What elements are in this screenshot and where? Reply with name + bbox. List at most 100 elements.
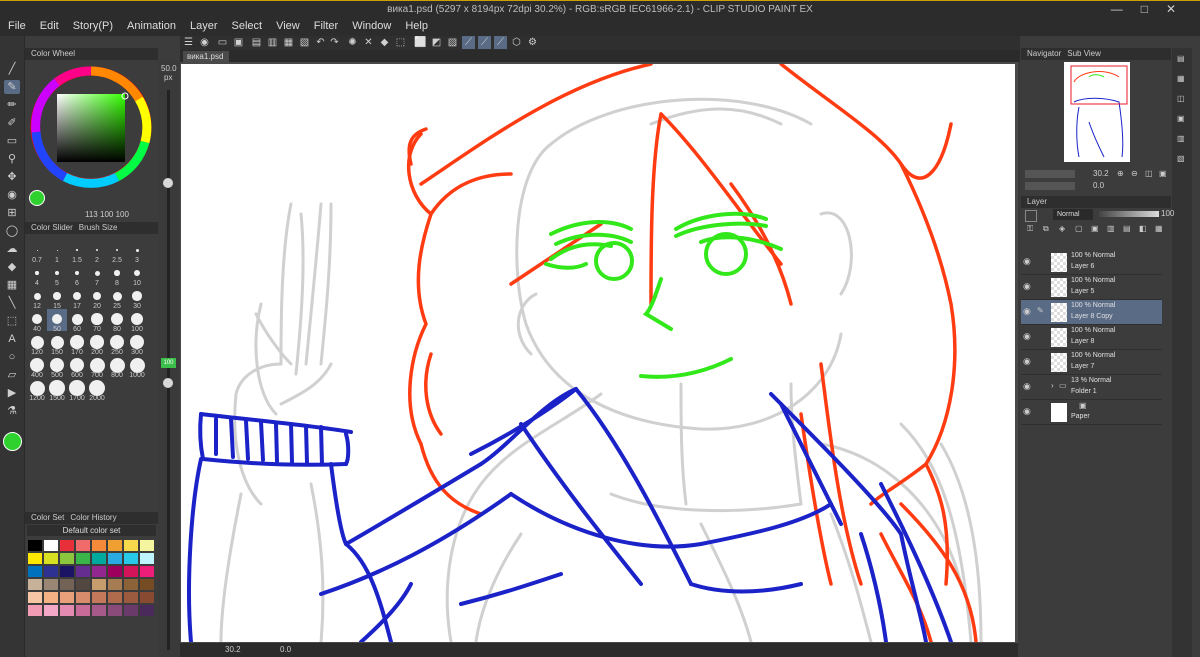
opacity-slider[interactable] (1099, 211, 1159, 217)
fit-icon[interactable]: ◫ (1145, 169, 1153, 178)
export-icon[interactable]: ▥ (266, 36, 279, 49)
line-tool-icon[interactable]: ╲ (4, 296, 20, 310)
color-swatch[interactable] (76, 566, 90, 577)
eraser-tool-icon[interactable]: ▭ (4, 134, 20, 148)
color-set-dropdown[interactable]: Default color set (27, 525, 156, 536)
color-slider-tab[interactable]: Color Slider (25, 223, 73, 232)
brush-size-dot[interactable] (96, 249, 98, 251)
color-swatch[interactable] (108, 605, 122, 616)
marker-tool-icon[interactable]: ✐ (4, 116, 20, 130)
brush-size-dot[interactable] (73, 292, 81, 300)
color-swatch[interactable] (44, 592, 58, 603)
select-tool-icon[interactable]: ▶ (4, 386, 20, 400)
brush-size-dot[interactable] (70, 335, 84, 349)
color-swatch[interactable] (76, 579, 90, 590)
brush-size-dot[interactable] (130, 335, 144, 349)
snap-ruler-icon[interactable]: ⟋ (462, 36, 475, 49)
menu-filter[interactable]: Filter (306, 18, 344, 32)
brush-size-dot[interactable] (110, 335, 124, 349)
rotate-slider[interactable] (1025, 182, 1075, 190)
grid-tool-icon[interactable]: ⊞ (4, 206, 20, 220)
color-swatch[interactable] (108, 553, 122, 564)
menu-edit[interactable]: Edit (32, 18, 65, 32)
layer-opacity-value[interactable]: 100 (1161, 209, 1174, 218)
pencil-tool-icon[interactable]: ✏ (4, 98, 20, 112)
color-swatch[interactable] (44, 605, 58, 616)
brush-size-dot[interactable] (33, 292, 41, 300)
brush-size-dot[interactable] (29, 380, 45, 396)
color-swatch[interactable] (44, 553, 58, 564)
new-vector-icon[interactable]: ▥ (1107, 224, 1115, 233)
navigator-tab[interactable]: Navigator (1021, 49, 1061, 58)
color-swatch[interactable] (60, 553, 74, 564)
color-history-tab[interactable]: Color History (64, 513, 116, 522)
close-button[interactable]: ✕ (1166, 2, 1194, 16)
color-swatch[interactable] (108, 566, 122, 577)
color-swatch[interactable] (76, 592, 90, 603)
color-swatch[interactable] (44, 579, 58, 590)
color-wheel[interactable] (27, 62, 157, 192)
color-swatch[interactable] (140, 566, 154, 577)
color-swatch[interactable] (60, 566, 74, 577)
brush-tool-icon[interactable]: ╱ (4, 62, 20, 76)
color-swatch[interactable] (108, 540, 122, 551)
panel-icon-1[interactable]: ▤ (1177, 54, 1185, 63)
menu-icon[interactable]: ☰ (182, 36, 195, 49)
brush-size-dot[interactable] (132, 291, 142, 301)
balloon-tool-icon[interactable]: ○ (4, 350, 20, 364)
clip-icon[interactable]: ⧉ (1043, 224, 1049, 234)
brush-size-dot[interactable] (111, 313, 123, 325)
print-icon[interactable]: ▦ (282, 36, 295, 49)
new-icon[interactable]: ▭ (216, 36, 229, 49)
brush-size-dot[interactable] (129, 357, 145, 373)
clear-icon[interactable]: ✕ (362, 36, 375, 49)
mask-icon[interactable]: ◧ (1139, 224, 1147, 233)
zoom-slider[interactable] (1025, 170, 1075, 178)
menu-window[interactable]: Window (344, 18, 397, 32)
visibility-icon[interactable]: ◉ (1023, 306, 1033, 317)
current-color-icon[interactable] (29, 190, 45, 206)
fill-icon[interactable]: ◆ (378, 36, 391, 49)
color-swatch[interactable] (76, 605, 90, 616)
brush-size-dot[interactable] (135, 248, 139, 252)
color-swatch[interactable] (60, 540, 74, 551)
brush-size-tab[interactable]: Brush Size (73, 223, 118, 232)
layer-row[interactable]: ◉ 100 % Normal Layer 7 (1021, 350, 1162, 375)
color-swatch[interactable] (124, 540, 138, 551)
color-swatch[interactable] (140, 592, 154, 603)
color-swatch[interactable] (124, 579, 138, 590)
layer-row-folder[interactable]: ◉ › ▭ 13 % Normal Folder 1 (1021, 375, 1162, 400)
color-swatch[interactable] (28, 579, 42, 590)
gradient-tool-icon[interactable]: ▦ (4, 278, 20, 292)
loading-icon[interactable]: ✺ (346, 36, 359, 49)
color-swatch[interactable] (140, 579, 154, 590)
actual-size-icon[interactable]: ▣ (1159, 169, 1167, 178)
color-swatch[interactable] (92, 605, 106, 616)
color-swatch[interactable] (60, 579, 74, 590)
brush-size-dot[interactable] (55, 271, 59, 275)
settings-icon[interactable]: ⚙ (526, 36, 539, 49)
brush-size-dot[interactable] (76, 249, 78, 251)
size-handle[interactable] (163, 178, 173, 188)
color-swatch[interactable] (108, 579, 122, 590)
brush-size-dot[interactable] (35, 271, 39, 275)
visibility-icon[interactable]: ◉ (1023, 356, 1033, 367)
lasso-tool-icon[interactable]: ◯ (4, 224, 20, 238)
brush-size-dot[interactable] (94, 270, 100, 276)
brush-size-dot[interactable] (71, 313, 83, 325)
panel-icon-2[interactable]: ▦ (1177, 74, 1185, 83)
zoom-readout[interactable]: 30.2 (225, 645, 241, 654)
menu-story[interactable]: Story(P) (65, 18, 119, 32)
brush-size-dot[interactable] (112, 291, 122, 301)
print2-icon[interactable]: ▧ (298, 36, 311, 49)
layer-row[interactable]: ◉ 100 % Normal Layer 6 (1021, 250, 1162, 275)
brush-size-dot[interactable] (69, 357, 85, 373)
layer-row[interactable]: ◉ 100 % Normal Layer 5 (1021, 275, 1162, 300)
opacity-handle[interactable] (163, 378, 173, 388)
nav-zoom-value[interactable]: 30.2 (1093, 169, 1109, 178)
brush-size-dot[interactable] (36, 249, 38, 251)
layer-row-paper[interactable]: ◉ ▣ Paper (1021, 400, 1162, 425)
panel-icon-5[interactable]: ▥ (1177, 134, 1185, 143)
new-folder-icon[interactable]: ▤ (1123, 224, 1131, 233)
lock-icon[interactable]: ⚿ (1027, 224, 1033, 234)
